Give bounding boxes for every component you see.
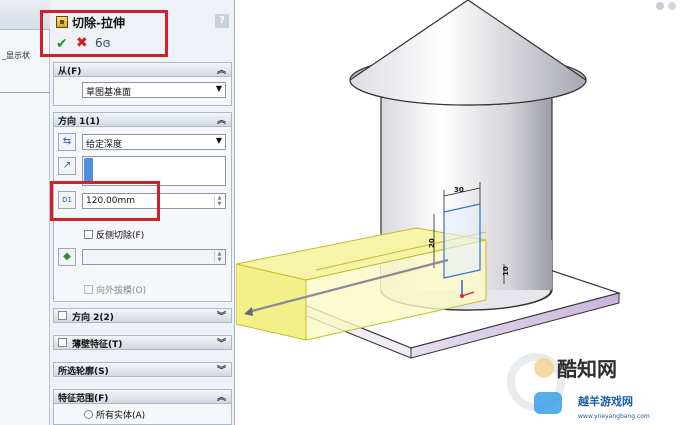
watermark-logo-icon xyxy=(507,353,565,414)
property-manager: 切除-拉伸 ? ✔ ✖ 6ɞ 从(F) ︽ 草图基准面 ▼ 方向 1(1) ︽ … xyxy=(40,0,235,425)
listbox-selection-marker xyxy=(84,158,93,184)
graphics-viewport[interactable]: 30 20 10 酷知网 越羊游戏网 www.yneyangbang.com xyxy=(235,0,682,425)
collapse-chevron-icon[interactable]: ︽ xyxy=(217,63,226,76)
feature-scope-group-header[interactable]: 特征范围(F) ︽ xyxy=(53,389,232,404)
direction1-group-body: ⇆ 给定深度 ▼ ↗ D1 120.00mm ▲ ▼ 反侧切除(F) ◆ ▲ ▼ 向 xyxy=(53,127,232,302)
property-manager-header: 切除-拉伸 ? ✔ ✖ 6ɞ xyxy=(50,8,235,58)
draft-outward-box xyxy=(84,285,93,294)
expand-chevron-icon[interactable]: ︾ xyxy=(217,363,226,376)
reverse-direction-icon[interactable]: ⇆ xyxy=(58,133,76,151)
from-group-header[interactable]: 从(F) ︽ xyxy=(53,62,232,77)
spin-buttons[interactable]: ▲ ▼ xyxy=(214,195,224,207)
depth-value: 120.00mm xyxy=(86,196,136,206)
end-condition-value: 给定深度 xyxy=(86,140,123,150)
thin-feature-group-header[interactable]: 薄壁特征(T) ︾ xyxy=(53,335,232,350)
glasses-icon: 6ɞ xyxy=(95,36,111,50)
conical-cap xyxy=(349,0,587,106)
draft-outward-checkbox: 向外拔模(O) xyxy=(84,283,146,296)
dimension-offset[interactable]: 10 xyxy=(502,266,510,276)
detailed-preview-button[interactable]: 6ɞ xyxy=(95,36,111,50)
tree-toolbar xyxy=(0,0,50,30)
all-bodies-label: 所有实体(A) xyxy=(96,411,146,421)
property-manager-title: 切除-拉伸 xyxy=(72,16,125,30)
direction-vector-icon[interactable]: ↗ xyxy=(58,157,76,175)
direction2-group-label: 方向 2(2) xyxy=(72,313,114,323)
collapse-chevron-icon[interactable]: ︽ xyxy=(217,113,226,126)
cancel-button[interactable]: ✖ xyxy=(76,35,88,51)
selected-contours-group-header[interactable]: 所选轮廓(S) ︾ xyxy=(53,362,232,377)
selected-contours-group-label: 所选轮廓(S) xyxy=(58,367,109,377)
watermark-brand-text: 酷知网 xyxy=(557,357,617,381)
spin-buttons: ▲ ▼ xyxy=(214,251,224,263)
x-icon: ✖ xyxy=(76,35,88,51)
thin-feature-group-label: 薄壁特征(T) xyxy=(72,340,123,350)
direction2-group-header[interactable]: 方向 2(2) ︾ xyxy=(53,308,232,323)
direction1-group-label: 方向 1(1) xyxy=(58,117,100,127)
watermark-subtitle: 越羊游戏网 xyxy=(578,395,633,408)
watermark-url: www.yneyangbang.com xyxy=(578,413,650,420)
all-bodies-radio[interactable]: 所有实体(A) xyxy=(84,408,145,421)
feature-scope-group-body: 所有实体(A) xyxy=(53,404,232,425)
from-group-body: 草图基准面 ▼ xyxy=(53,77,232,106)
feature-manager-tree: _显示状 xyxy=(0,0,50,425)
ok-button[interactable]: ✔ xyxy=(56,36,68,52)
draft-outward-label: 向外拔模(O) xyxy=(96,286,147,296)
display-state-label[interactable]: _显示状 xyxy=(2,50,30,61)
cut-extrude-icon xyxy=(56,16,68,28)
collapse-chevron-icon[interactable]: ︽ xyxy=(217,390,226,403)
direction-vector-listbox[interactable] xyxy=(82,156,226,186)
dimension-width[interactable]: 30 xyxy=(454,186,464,194)
viewport-corner-icons xyxy=(656,2,676,10)
help-button[interactable]: ? xyxy=(215,14,229,28)
depth-dimension-icon: D1 xyxy=(58,191,76,209)
flip-side-checkbox[interactable]: 反侧切除(F) xyxy=(84,228,144,241)
from-group-label: 从(F) xyxy=(58,67,82,77)
dropdown-arrow-icon: ▼ xyxy=(215,84,222,93)
check-icon: ✔ xyxy=(56,36,68,52)
dimension-height[interactable]: 20 xyxy=(428,238,436,248)
start-condition-value: 草图基准面 xyxy=(86,88,132,98)
direction1-group-header[interactable]: 方向 1(1) ︽ xyxy=(53,112,232,127)
tree-divider xyxy=(0,92,50,93)
draft-icon[interactable]: ◆ xyxy=(58,248,76,266)
depth-input[interactable]: 120.00mm ▲ ▼ xyxy=(82,193,226,209)
expand-chevron-icon[interactable]: ︾ xyxy=(217,336,226,349)
solidworks-window: _显示状 切除-拉伸 ? ✔ ✖ 6ɞ 从(F) ︽ 草图基准面 ▼ 方向 1(… xyxy=(0,0,682,425)
all-bodies-radio-dot[interactable] xyxy=(84,410,93,419)
end-condition-select[interactable]: 给定深度 ▼ xyxy=(82,134,226,150)
start-condition-select[interactable]: 草图基准面 ▼ xyxy=(82,82,226,98)
expand-chevron-icon[interactable]: ︾ xyxy=(217,309,226,322)
flip-side-box[interactable] xyxy=(84,230,93,239)
draft-angle-input: ▲ ▼ xyxy=(82,249,226,265)
thin-feature-checkbox[interactable] xyxy=(58,338,67,347)
flip-side-label: 反侧切除(F) xyxy=(96,231,145,241)
feature-scope-group-label: 特征范围(F) xyxy=(58,394,109,404)
direction2-checkbox[interactable] xyxy=(58,311,67,320)
dropdown-arrow-icon: ▼ xyxy=(215,136,222,145)
